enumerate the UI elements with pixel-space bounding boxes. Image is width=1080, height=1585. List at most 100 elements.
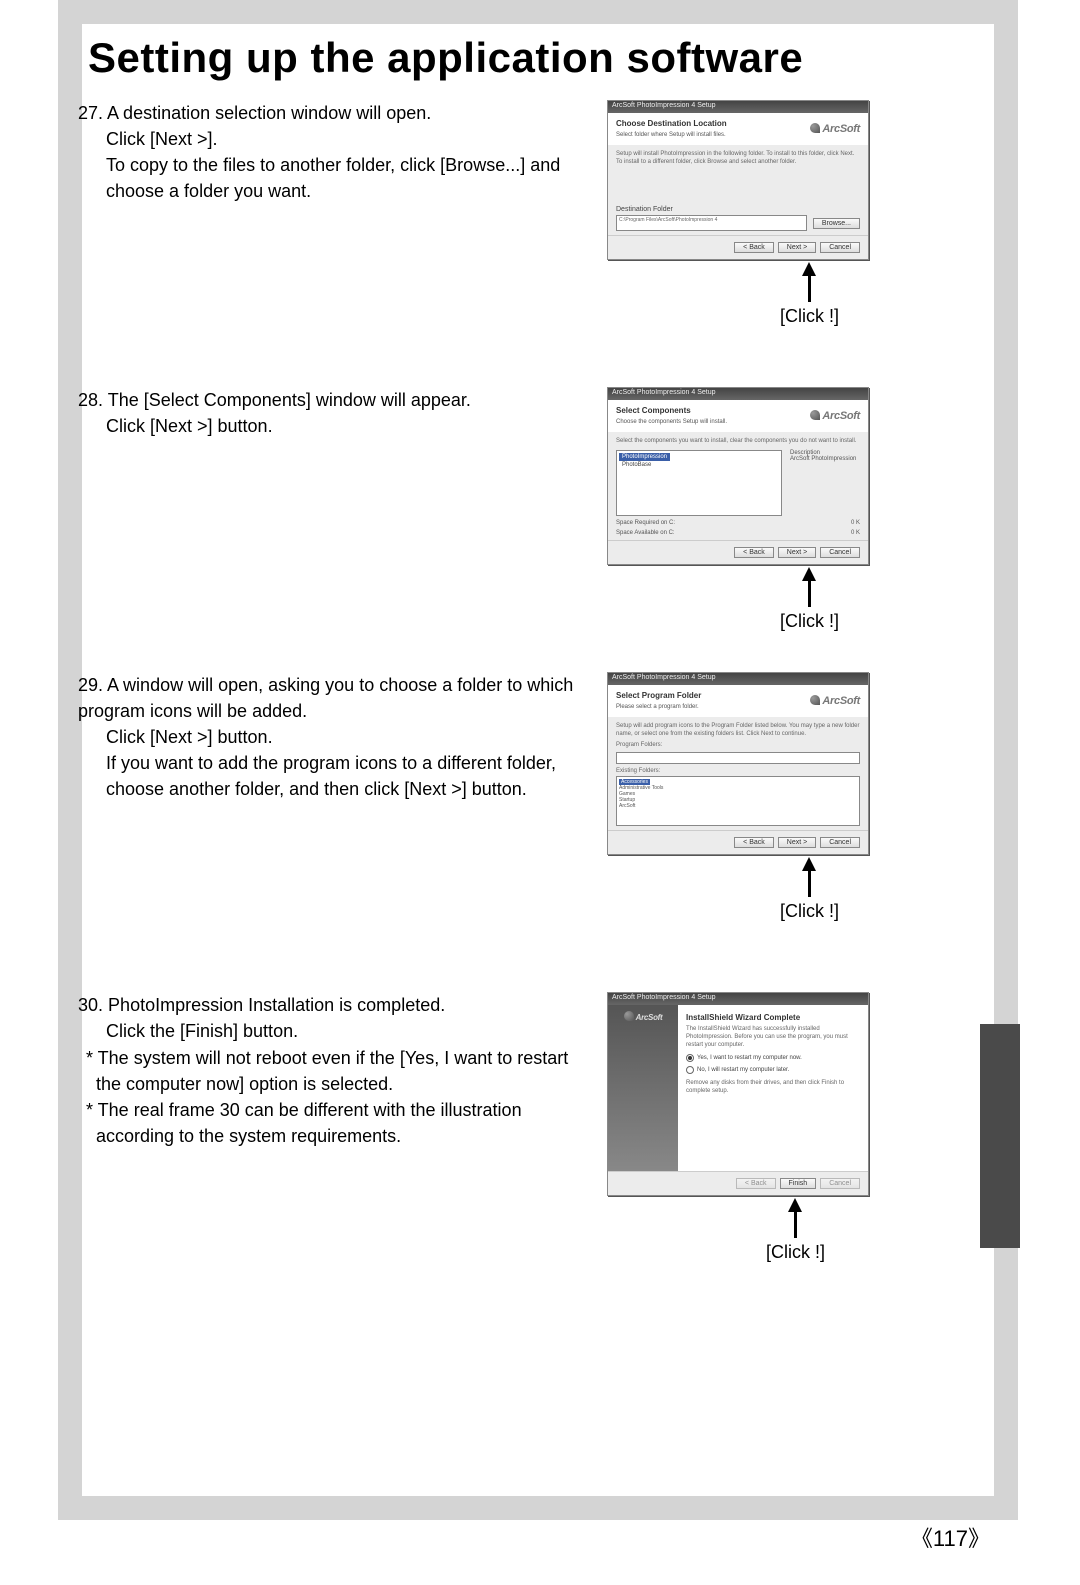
step-29-line1: A window will open, asking you to choose… — [78, 675, 573, 721]
space-avail-value: 0 K — [851, 530, 860, 536]
dlg28-sub: Choose the components Setup will install… — [616, 419, 727, 425]
radio-yes-label: Yes, I want to restart my computer now. — [697, 1055, 802, 1061]
step-30-line2: Click the [Finish] button. — [78, 1018, 578, 1044]
radio-restart-yes[interactable]: Yes, I want to restart my computer now. — [686, 1054, 860, 1062]
step-30-note1: * The system will not reboot even if the… — [78, 1045, 578, 1097]
radio-icon — [686, 1066, 694, 1074]
click-label: [Click !] — [780, 611, 839, 632]
folder-item-4[interactable]: ArcSoft — [619, 803, 635, 809]
dlg30-header: InstallShield Wizard Complete — [686, 1013, 860, 1022]
figure-30: ArcSoft PhotoImpression 4 Setup ArcSoft … — [598, 992, 878, 1263]
arrow-28: [Click !] — [579, 565, 897, 632]
dialog-titlebar: ArcSoft PhotoImpression 4 Setup — [608, 673, 868, 685]
dialog-footer: < Back Next > Cancel — [608, 830, 868, 854]
space-info: Space Required on C: 0 K — [616, 520, 860, 526]
existing-folders-list[interactable]: Accessories Administrative Tools Games S… — [616, 776, 860, 826]
content-area: 27. A destination selection window will … — [78, 100, 998, 1263]
arrow-head-icon — [788, 1198, 802, 1212]
dialog-titlebar: ArcSoft PhotoImpression 4 Setup — [608, 101, 868, 113]
step-29-num: 29. — [78, 675, 103, 695]
components-description: Description ArcSoft PhotoImpression — [790, 450, 860, 516]
step-30-num: 30. — [78, 995, 103, 1015]
browse-button[interactable]: Browse... — [813, 218, 860, 229]
arrow-stem-icon — [808, 276, 811, 302]
dialog-destination: ArcSoft PhotoImpression 4 Setup Choose D… — [607, 100, 869, 260]
radio-restart-no[interactable]: No, I will restart my computer later. — [686, 1066, 860, 1074]
arrow-29: [Click !] — [579, 855, 897, 922]
dialog-components: ArcSoft PhotoImpression 4 Setup Select C… — [607, 387, 869, 565]
click-label: [Click !] — [780, 901, 839, 922]
program-folder-input[interactable] — [616, 752, 860, 764]
dlg30-sidebar: ArcSoft — [608, 1005, 678, 1171]
dlg30-content: InstallShield Wizard Complete The Instal… — [678, 1005, 868, 1171]
dialog-header: Select Components Choose the components … — [608, 400, 868, 432]
figure-28: ArcSoft PhotoImpression 4 Setup Select C… — [598, 387, 878, 632]
dialog-titlebar: ArcSoft PhotoImpression 4 Setup — [608, 993, 868, 1005]
dialog-body: Setup will install PhotoImpression in th… — [608, 145, 868, 236]
step-27-line3: To copy to the files to another folder, … — [78, 152, 578, 204]
dialog-header-text: Select Program Folder Please select a pr… — [616, 691, 701, 711]
next-button[interactable]: Next > — [778, 242, 816, 253]
arcsoft-logo: ArcSoft — [810, 410, 860, 422]
arrow-col: [Click !] — [780, 567, 839, 632]
step-27: 27. A destination selection window will … — [78, 100, 998, 327]
dlg27-sub: Select folder where Setup will install f… — [616, 132, 726, 138]
figure-29: ArcSoft PhotoImpression 4 Setup Select P… — [598, 672, 878, 922]
arcsoft-logo: ArcSoft — [810, 123, 860, 135]
arrow-head-icon — [802, 262, 816, 276]
next-button[interactable]: Next > — [778, 547, 816, 558]
dlg29-header: Select Program Folder — [616, 691, 701, 700]
space-avail-label: Space Available on C: — [616, 530, 675, 536]
radio-no-label: No, I will restart my computer later. — [697, 1067, 789, 1073]
step-30-line1: PhotoImpression Installation is complete… — [108, 995, 445, 1015]
arcsoft-logo: ArcSoft — [624, 1011, 663, 1022]
step-27-text: 27. A destination selection window will … — [78, 100, 578, 204]
space-req-label: Space Required on C: — [616, 520, 675, 526]
arrow-col: [Click !] — [766, 1198, 825, 1263]
dialog-header: Select Program Folder Please select a pr… — [608, 685, 868, 717]
components-list[interactable]: PhotoImpression PhotoBase — [616, 450, 782, 516]
arrow-head-icon — [802, 857, 816, 871]
space-info-2: Space Available on C: 0 K — [616, 530, 860, 536]
component-item-2[interactable]: PhotoBase — [619, 461, 779, 469]
step-28-line2: Click [Next >] button. — [78, 413, 578, 439]
dialog-header-text: Select Components Choose the components … — [616, 406, 727, 426]
arrow-stem-icon — [794, 1212, 797, 1238]
dialog-finish: ArcSoft PhotoImpression 4 Setup ArcSoft … — [607, 992, 869, 1196]
back-button[interactable]: < Back — [734, 547, 774, 558]
step-30-text: 30. PhotoImpression Installation is comp… — [78, 992, 578, 1149]
step-30: 30. PhotoImpression Installation is comp… — [78, 992, 998, 1263]
dlg27-bodytext: Setup will install PhotoImpression in th… — [616, 151, 860, 167]
component-item-1[interactable]: PhotoImpression — [619, 453, 670, 461]
step-27-line1: A destination selection window will open… — [107, 103, 431, 123]
dlg30-body: The InstallShield Wizard has successfull… — [686, 1026, 860, 1049]
finish-button[interactable]: Finish — [780, 1178, 817, 1189]
destination-label: Destination Folder — [616, 206, 860, 213]
step-29-text: 29. A window will open, asking you to ch… — [78, 672, 578, 802]
dialog-program-folder: ArcSoft PhotoImpression 4 Setup Select P… — [607, 672, 869, 855]
arrow-stem-icon — [808, 581, 811, 607]
arcsoft-logo: ArcSoft — [810, 695, 860, 707]
arrow-stem-icon — [808, 871, 811, 897]
dlg30-split: ArcSoft InstallShield Wizard Complete Th… — [608, 1005, 868, 1171]
back-button[interactable]: < Back — [734, 837, 774, 848]
dialog-header-text: Choose Destination Location Select folde… — [616, 119, 727, 139]
bracket-left-icon: 《 — [911, 1526, 933, 1551]
destination-field: Destination Folder C:\Program Files\ArcS… — [616, 206, 860, 231]
bracket-right-icon: 》 — [968, 1526, 990, 1551]
components-row: PhotoImpression PhotoBase Description Ar… — [616, 450, 860, 516]
page-number-value: 117 — [933, 1526, 968, 1551]
cancel-button[interactable]: Cancel — [820, 837, 860, 848]
space-req-value: 0 K — [851, 520, 860, 526]
step-28-num: 28. — [78, 390, 103, 410]
page-title: Setting up the application software — [88, 34, 803, 82]
next-button[interactable]: Next > — [778, 837, 816, 848]
back-button[interactable]: < Back — [734, 242, 774, 253]
arrow-head-icon — [802, 567, 816, 581]
arrow-col: [Click !] — [780, 262, 839, 327]
cancel-button[interactable]: Cancel — [820, 242, 860, 253]
step-29-line3: If you want to add the program icons to … — [78, 750, 578, 802]
arrow-col: [Click !] — [780, 857, 839, 922]
cancel-button[interactable]: Cancel — [820, 547, 860, 558]
step-30-note2: * The real frame 30 can be different wit… — [78, 1097, 578, 1149]
